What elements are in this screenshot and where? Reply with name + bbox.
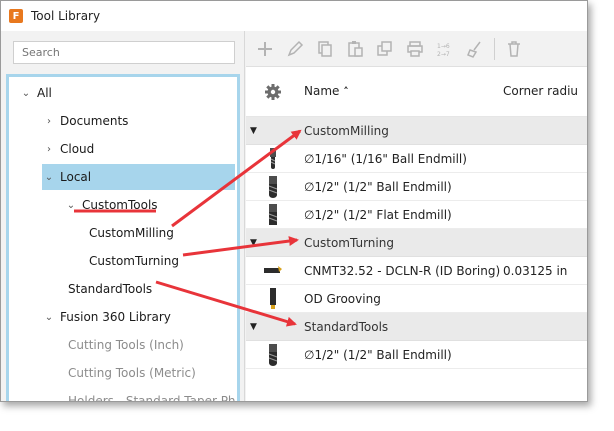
toolbar: 1→6 2→7 [246,31,587,67]
tool-name: ∅1/16" (1/16" Ball Endmill) [304,152,467,166]
search-input[interactable] [13,41,235,64]
group-row-custom-turning[interactable]: ▼ CustomTurning [246,229,587,257]
grooving-tool-icon [270,288,276,309]
tree-label: CustomTurning [89,254,179,268]
group-label: CustomMilling [304,124,389,138]
chevron-down-icon[interactable]: ⌄ [64,200,78,211]
group-row-custom-milling[interactable]: ▼ CustomMilling [246,117,587,145]
collapse-triangle-icon[interactable]: ▼ [250,126,257,136]
duplicate-icon [377,40,392,56]
chevron-right-icon[interactable]: › [42,144,56,155]
tree-item-cutting-tools-inch[interactable]: Cutting Tools (Inch) [68,332,184,358]
edit-button[interactable] [280,37,310,61]
tree-item-fusion-library[interactable]: ⌄ Fusion 360 Library [42,304,171,330]
fusion-app-icon: F [9,9,23,23]
collapse-triangle-icon[interactable]: ▼ [250,322,257,332]
copy-icon [318,40,332,57]
group-label: StandardTools [304,320,389,334]
delete-button[interactable] [499,37,529,61]
tree-label: Cutting Tools (Metric) [68,366,196,380]
tree-label: Cloud [60,142,95,156]
table-row[interactable]: OD Grooving [246,285,587,313]
table-header: Name ˄ Corner radiu [246,67,587,117]
renumber-icon: 1→62→7 [437,43,450,58]
clean-button[interactable] [460,37,490,61]
chevron-right-icon[interactable]: › [42,116,56,127]
plus-icon [258,41,272,56]
tool-table-pane: 1→6 2→7 Name ˄ Corner radiu ▼ CustomMill… [246,31,587,401]
tree-label: CustomTools [82,198,158,212]
copy-button[interactable] [310,37,340,61]
sort-ascending-icon: ˄ [343,85,349,98]
column-header-name[interactable]: Name ˄ [304,84,349,98]
tool-table-rows: ▼ CustomMilling ∅1/16" (1/16" Ball Endmi… [246,117,587,369]
column-header-label: Corner radiu [503,84,579,98]
tool-name: ∅1/2" (1/2" Ball Endmill) [304,348,452,362]
collapse-triangle-icon[interactable]: ▼ [250,238,257,248]
tree-item-all[interactable]: ⌄ All [19,80,52,106]
flat-endmill-icon [268,204,278,225]
paste-button[interactable] [340,37,370,61]
tree-item-cutting-tools-metric[interactable]: Cutting Tools (Metric) [68,360,196,386]
group-row-standard-tools[interactable]: ▼ StandardTools [246,313,587,341]
table-row[interactable]: ∅1/2" (1/2" Ball Endmill) [246,173,587,201]
gear-icon[interactable] [264,83,282,101]
table-row[interactable]: CNMT32.52 - DCLN-R (ID Boring) 0.03125 i… [246,257,587,285]
trash-icon [508,40,520,57]
duplicate-button[interactable] [370,37,400,61]
tree-label: StandardTools [68,282,153,296]
pencil-icon [287,40,304,56]
table-row[interactable]: ∅1/16" (1/16" Ball Endmill) [246,145,587,173]
library-tree[interactable]: ⌄ All › Documents › Cloud ⌄ Local ⌄ Cust… [6,74,240,402]
chevron-down-icon[interactable]: ⌄ [42,172,56,183]
tree-label: Local [60,170,92,184]
renumber-button[interactable]: 1→6 2→7 [430,37,460,61]
add-button[interactable] [250,37,280,61]
paste-icon [348,40,363,57]
tool-name: ∅1/2" (1/2" Ball Endmill) [304,180,452,194]
column-header-corner-radius[interactable]: Corner radiu [503,84,578,98]
table-row[interactable]: ∅1/2" (1/2" Ball Endmill) [246,341,587,369]
tree-label: Cutting Tools (Inch) [68,338,184,352]
toolbar-divider [494,37,495,60]
printer-icon [407,40,423,57]
tree-item-custom-milling[interactable]: CustomMilling [89,220,174,246]
ball-endmill-icon [270,148,276,169]
tree-item-documents[interactable]: › Documents [42,108,128,134]
tree-item-custom-tools[interactable]: ⌄ CustomTools [64,192,158,218]
tree-item-holders[interactable]: Holders - Standard Taper Ph [68,388,236,402]
boring-bar-icon [264,266,282,273]
tool-library-window: F Tool Library ⌄ All › Documents › Cloud… [0,0,588,402]
broom-icon [467,41,481,58]
tree-label: All [37,86,52,100]
title-bar: F Tool Library [1,1,587,31]
tree-label: Documents [60,114,129,128]
tree-label: Holders - Standard Taper Ph [68,394,236,402]
column-header-label: Name [304,84,340,98]
library-tree-pane: ⌄ All › Documents › Cloud ⌄ Local ⌄ Cust… [1,31,245,402]
tree-item-cloud[interactable]: › Cloud [42,136,94,162]
svg-text:1→6: 1→6 [437,43,450,50]
tree-item-standard-tools[interactable]: StandardTools [68,276,152,302]
tree-label: Fusion 360 Library [60,310,171,324]
tool-name: OD Grooving [304,292,381,306]
svg-text:2→7: 2→7 [437,51,450,58]
ball-endmill-icon [268,344,278,366]
window-title: Tool Library [31,9,101,23]
tool-corner-radius: 0.03125 in [503,264,568,278]
tree-item-local[interactable]: ⌄ Local [42,164,235,190]
chevron-down-icon[interactable]: ⌄ [42,312,56,323]
group-label: CustomTurning [304,236,394,250]
chevron-down-icon[interactable]: ⌄ [19,88,33,99]
tree-item-custom-turning[interactable]: CustomTurning [89,248,179,274]
tool-name: ∅1/2" (1/2" Flat Endmill) [304,208,452,222]
tree-label: CustomMilling [89,226,174,240]
ball-endmill-icon [268,176,278,198]
print-button[interactable] [400,37,430,61]
table-row[interactable]: ∅1/2" (1/2" Flat Endmill) [246,201,587,229]
tool-name: CNMT32.52 - DCLN-R (ID Boring) [304,264,501,278]
